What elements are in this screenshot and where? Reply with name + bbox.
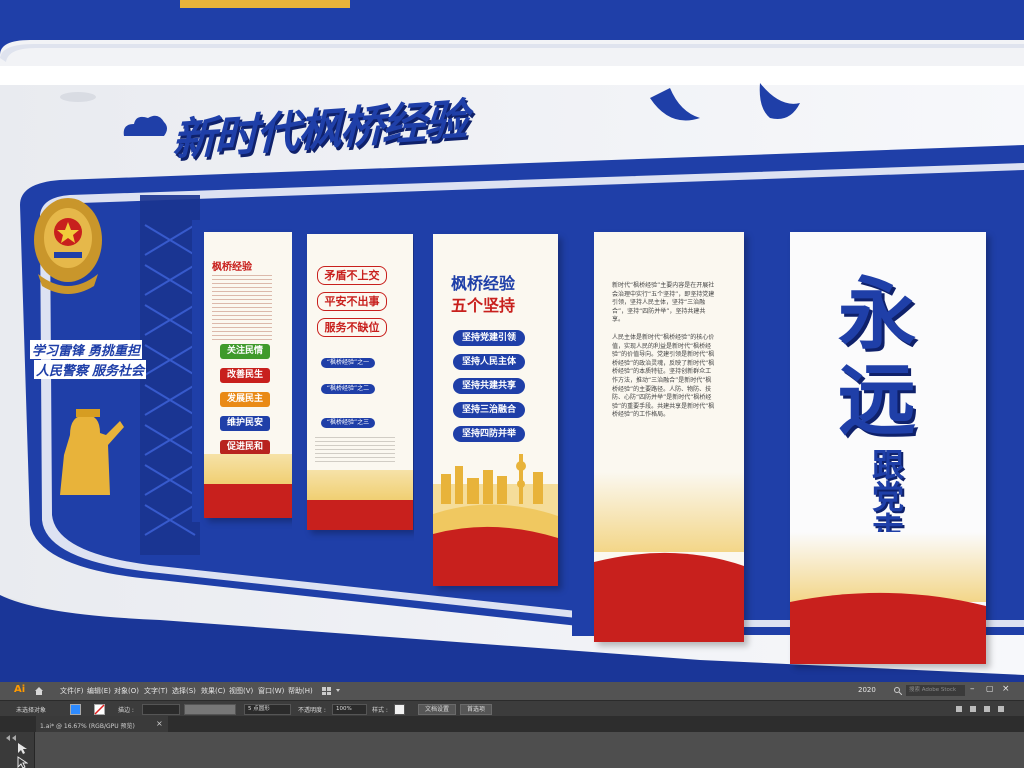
menu-type[interactable]: 文字(T) bbox=[144, 686, 168, 696]
panel-5-big-2: 远 bbox=[838, 356, 917, 446]
menu-effect[interactable]: 效果(C) bbox=[201, 686, 225, 696]
minimize-icon[interactable]: – bbox=[970, 684, 975, 694]
illustrator-logo: Ai bbox=[14, 684, 26, 695]
panel-1-body-text bbox=[212, 272, 272, 342]
stroke-label: 描边 : bbox=[118, 707, 134, 714]
panel-3-item-3: 坚持共建共享 bbox=[453, 378, 525, 394]
menu-object[interactable]: 对象(O) bbox=[114, 686, 139, 696]
police-emblem-icon bbox=[34, 198, 102, 294]
panel-1-item-4: 维护民安 bbox=[220, 416, 270, 431]
menu-bar: Ai 文件(F) 编辑(E) 对象(O) 文字(T) 选择(S) 效果(C) 视… bbox=[0, 682, 1024, 700]
artboard-canvas[interactable] bbox=[35, 732, 1024, 768]
menu-help[interactable]: 帮助(H) bbox=[288, 686, 313, 696]
home-icon[interactable] bbox=[34, 686, 44, 696]
wall-rendering: 新时代枫桥经验 学习雷锋 勇挑重担 人民警察 服务社会 枫桥经验 关注民情 改善… bbox=[0, 0, 1024, 682]
panel-3-title-2: 五个坚持 bbox=[451, 296, 516, 315]
slogan-4: 服务社会 bbox=[90, 360, 147, 379]
panel-3-item-4: 坚持三治融合 bbox=[453, 402, 525, 418]
stock-search-input[interactable]: 搜索 Adobe Stock bbox=[906, 685, 965, 696]
panel-3: 枫桥经验 五个坚持 坚持党建引领 坚持人民主体 坚持共建共享 坚持三治融合 坚持… bbox=[433, 234, 558, 586]
panel-2-sub-2: “枫桥经验”之二 bbox=[321, 384, 375, 394]
menu-view[interactable]: 视图(V) bbox=[229, 686, 253, 696]
document-tab-bar: 1.ai* @ 16.67% (RGB/GPU 预览) × bbox=[0, 716, 1024, 732]
stroke-swatch-icon[interactable] bbox=[94, 704, 105, 715]
panel-5-small: 跟党走 bbox=[867, 448, 905, 544]
panel-3-item-2: 坚持人民主体 bbox=[453, 354, 525, 370]
search-icon[interactable] bbox=[894, 687, 902, 695]
menu-select[interactable]: 选择(S) bbox=[172, 686, 196, 696]
variable-width-profile[interactable] bbox=[184, 704, 236, 715]
slogan-3: 人民警察 bbox=[34, 360, 91, 379]
dove-icon bbox=[650, 83, 800, 121]
slogan-1: 学习雷锋 bbox=[30, 340, 87, 359]
panel-1: 枫桥经验 关注民情 改善民生 发展民主 维护民安 促进民和 bbox=[204, 232, 296, 518]
panel-2-line-1: 矛盾不上交 bbox=[317, 266, 387, 285]
panel-4-paragraph-2: 人民主体是新时代“枫桥经验”的核心价值，实现人民的利益是新时代“枫桥经验”的价值… bbox=[612, 334, 715, 419]
menu-edit[interactable]: 编辑(E) bbox=[87, 686, 111, 696]
selection-status: 未选择对象 bbox=[16, 707, 47, 714]
opacity-field[interactable]: 100% bbox=[332, 704, 367, 715]
cloud-icon bbox=[123, 115, 167, 136]
stroke-weight-field[interactable] bbox=[142, 704, 180, 715]
document-tab[interactable]: 1.ai* @ 16.67% (RGB/GPU 预览) × bbox=[36, 716, 168, 732]
panel-1-item-3: 发展民主 bbox=[220, 392, 270, 407]
workspace-version[interactable]: 2020 bbox=[858, 686, 876, 694]
panel-1-heading: 枫桥经验 bbox=[212, 262, 252, 273]
panel-2-line-2: 平安不出事 bbox=[317, 292, 387, 311]
brush-definition[interactable]: 5 点圆形 bbox=[244, 704, 291, 715]
fill-swatch[interactable] bbox=[70, 704, 81, 715]
workspace-switcher-icon[interactable] bbox=[322, 687, 344, 695]
panel-1-item-2: 改善民生 bbox=[220, 368, 270, 383]
menu-file[interactable]: 文件(F) bbox=[60, 686, 84, 696]
tools-panel bbox=[0, 732, 35, 768]
document-tab-title: 1.ai* @ 16.67% (RGB/GPU 预览) bbox=[40, 723, 135, 730]
panel-1-item-1: 关注民情 bbox=[220, 344, 270, 359]
style-swatch[interactable] bbox=[394, 704, 405, 715]
menu-window[interactable]: 窗口(W) bbox=[258, 686, 284, 696]
saluting-officer-icon bbox=[60, 409, 124, 495]
document-setup-button[interactable]: 文档设置 bbox=[418, 704, 456, 715]
selection-tool-icon[interactable] bbox=[16, 742, 28, 754]
top-wall-strip bbox=[0, 0, 1024, 75]
panel-2: 矛盾不上交 平安不出事 服务不缺位 “枫桥经验”之一 “枫桥经验”之二 “枫桥经… bbox=[307, 234, 413, 530]
opacity-label: 不透明度 : bbox=[298, 707, 326, 714]
preferences-button[interactable]: 首选项 bbox=[460, 704, 492, 715]
panel-3-title-1: 枫桥经验 bbox=[451, 274, 516, 293]
control-bar: 未选择对象 描边 : 5 点圆形 不透明度 : 100% 样式 : 文档设置 首… bbox=[0, 700, 1024, 717]
panel-1-item-5: 促进民和 bbox=[220, 440, 270, 455]
panel-3-item-5: 坚持四防并举 bbox=[453, 426, 525, 442]
align-icons[interactable] bbox=[956, 705, 1016, 713]
tab-close-icon[interactable]: × bbox=[156, 719, 163, 728]
panel-4-paragraph-1: 新时代“枫桥经验”主要内容是在开展社会治理中实行“五个坚持”，即坚持党建引领，坚… bbox=[612, 282, 715, 324]
panel-collapse-icon[interactable] bbox=[4, 734, 30, 742]
maximize-icon[interactable]: ▢ bbox=[986, 684, 994, 693]
slogan-2: 勇挑重担 bbox=[86, 340, 143, 359]
panel-3-item-1: 坚持党建引领 bbox=[453, 330, 525, 346]
panel-5: 永 远 跟党走 bbox=[790, 232, 986, 664]
panel-4: 新时代“枫桥经验”主要内容是在开展社会治理中实行“五个坚持”，即坚持党建引领，坚… bbox=[594, 232, 744, 642]
city-skyline-icon bbox=[433, 454, 558, 586]
panel-2-sub-1: “枫桥经验”之一 bbox=[321, 358, 375, 368]
panel-2-sub-3: “枫桥经验”之三 bbox=[321, 418, 375, 428]
style-label: 样式 : bbox=[372, 707, 388, 714]
panel-5-big-1: 永 bbox=[838, 270, 917, 360]
wall-title-group: 新时代枫桥经验 bbox=[120, 92, 620, 166]
direct-selection-tool-icon[interactable] bbox=[16, 756, 28, 768]
panel-2-line-3: 服务不缺位 bbox=[317, 318, 387, 337]
close-icon[interactable]: × bbox=[1002, 684, 1010, 694]
